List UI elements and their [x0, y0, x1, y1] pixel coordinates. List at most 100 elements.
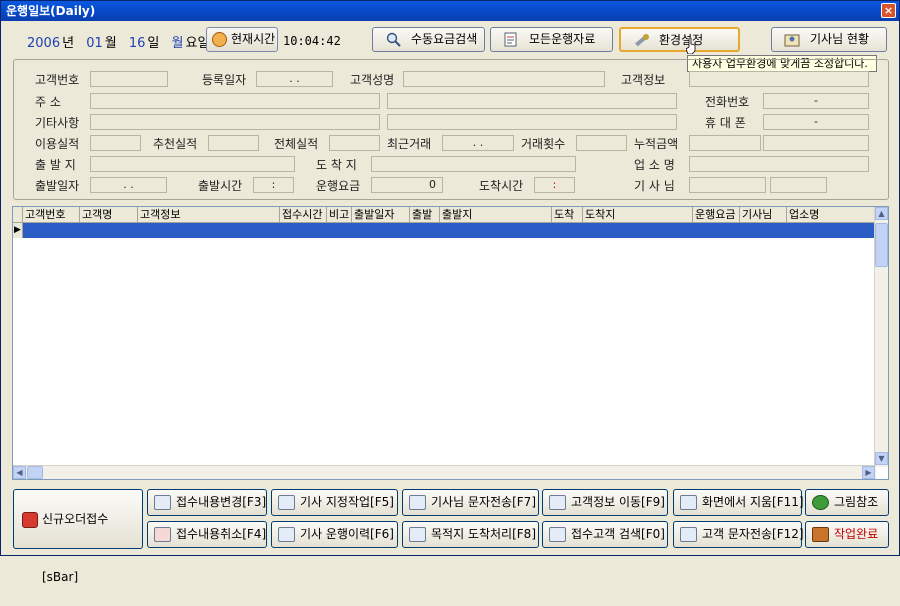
daily-report-window: 운행일보(Daily) × 2006 년 01 월 16 일 월 요일 현재시간 10:…	[0, 0, 900, 584]
fare-field[interactable]: 0	[371, 177, 443, 193]
driver-history-button[interactable]: 기사 운행이력[F6]	[271, 521, 398, 548]
customer-name-field[interactable]	[403, 71, 605, 87]
edit-order-button[interactable]: 접수내용변경[F3]	[147, 489, 267, 516]
accum-field-1[interactable]	[689, 135, 761, 151]
col-business[interactable]: 업소명	[787, 207, 876, 223]
mobile-label: 휴 대 폰	[705, 116, 746, 130]
vertical-scrollbar[interactable]: ▲ ▼	[874, 207, 888, 467]
col-driver[interactable]: 기사님	[740, 207, 787, 223]
driver-field-2[interactable]	[770, 177, 827, 193]
search-customer-button[interactable]: 접수고객 검색[F0]	[542, 521, 668, 548]
customer-name-label: 고객성명	[350, 73, 395, 87]
other-notes-field-2[interactable]	[387, 114, 677, 130]
horizontal-scroll-thumb[interactable]	[27, 466, 43, 479]
arrival-process-button[interactable]: 목적지 도착처리[F8]	[402, 521, 539, 548]
arr-time-field[interactable]: :	[534, 177, 575, 193]
message-icon	[680, 527, 697, 542]
grid-header: 고객번호 고객명 고객정보 접수시간 비고 출발일자 출발 출발지 도착 도착지…	[13, 207, 876, 223]
customer-no-field[interactable]	[90, 71, 168, 87]
tree-icon	[812, 495, 829, 510]
clear-screen-label: 화면에서 지움[F11]	[702, 495, 804, 509]
all-data-button[interactable]: 모든운행자료	[490, 27, 613, 52]
grid-corner	[13, 207, 23, 223]
usage-label: 이용실적	[35, 137, 80, 151]
assign-driver-label: 기사 지정작업[F5]	[300, 495, 394, 509]
close-button[interactable]: ×	[881, 3, 896, 18]
cancel-order-button[interactable]: 접수내용취소[F4]	[147, 521, 267, 548]
picture-button[interactable]: 그림참조	[805, 489, 889, 516]
other-notes-field-1[interactable]	[90, 114, 380, 130]
driver-field-1[interactable]	[689, 177, 766, 193]
table-row[interactable]	[13, 223, 876, 238]
recent-label: 최근거래	[387, 137, 432, 151]
business-field[interactable]	[689, 156, 869, 172]
year-unit: 년	[62, 36, 75, 51]
dep-time-field[interactable]: :	[253, 177, 294, 193]
business-label: 업 소 명	[634, 158, 675, 172]
col-origin[interactable]: 출발지	[440, 207, 552, 223]
col-customer-info[interactable]: 고객정보	[138, 207, 280, 223]
scroll-up-button[interactable]: ▲	[875, 207, 888, 220]
col-arrival[interactable]: 도착	[552, 207, 583, 223]
scroll-down-button[interactable]: ▼	[875, 452, 888, 465]
all-data-label: 모든운행자료	[529, 32, 596, 46]
phone-field[interactable]: -	[763, 93, 869, 109]
dep-date-field[interactable]: . .	[90, 177, 167, 193]
assign-driver-button[interactable]: 기사 지정작업[F5]	[271, 489, 398, 516]
clock-icon	[212, 32, 227, 47]
arr-time-label: 도착시간	[479, 179, 524, 193]
recent-field[interactable]: . .	[442, 135, 514, 151]
count-field[interactable]	[576, 135, 627, 151]
sms-customer-button[interactable]: 고객 문자전송[F12]	[673, 521, 804, 548]
dest-field[interactable]	[371, 156, 576, 172]
col-note[interactable]: 비고	[327, 207, 352, 223]
customer-no-label: 고객번호	[35, 73, 80, 87]
col-destination[interactable]: 도착지	[583, 207, 693, 223]
manual-fare-search-button[interactable]: 수동요금검색	[372, 27, 485, 52]
settings-label: 환경설정	[659, 33, 704, 47]
day-unit: 일	[147, 36, 160, 51]
col-fare[interactable]: 운행요금	[693, 207, 740, 223]
clear-screen-button[interactable]: 화면에서 지움[F11]	[673, 489, 804, 516]
recommend-field[interactable]	[208, 135, 259, 151]
new-order-button[interactable]: 신규오더접수[sBar]	[13, 489, 143, 584]
date-display: 2006 년 01 월 16 일 월 요일	[27, 32, 217, 51]
horizontal-scrollbar[interactable]: ◀ ▶	[13, 465, 876, 479]
reg-date-field[interactable]: . .	[256, 71, 333, 87]
col-dep-date[interactable]: 출발일자	[352, 207, 410, 223]
current-time-button[interactable]: 현재시간	[206, 27, 278, 52]
sms-driver-button[interactable]: 기사님 문자전송[F7]	[402, 489, 539, 516]
finish-button[interactable]: 작업완료	[805, 521, 889, 548]
recommend-label: 추천실적	[153, 137, 198, 151]
vertical-scroll-thumb[interactable]	[875, 223, 888, 267]
count-label: 거래횟수	[521, 137, 566, 151]
year-value: 2006	[27, 36, 61, 51]
customer-info-field[interactable]	[689, 71, 869, 87]
driver-status-button[interactable]: 기사님 현황	[771, 27, 887, 52]
dep-date-label: 출발일자	[35, 179, 80, 193]
col-customer-no[interactable]: 고객번호	[23, 207, 80, 223]
mobile-field[interactable]: -	[763, 114, 869, 130]
usage-field[interactable]	[90, 135, 141, 151]
accum-field-2[interactable]	[763, 135, 869, 151]
dep-time-label: 출발시간	[198, 179, 243, 193]
scroll-right-button[interactable]: ▶	[862, 466, 875, 479]
move-customer-button[interactable]: 고객정보 이동[F9]	[542, 489, 668, 516]
total-field[interactable]	[329, 135, 380, 151]
col-customer-name[interactable]: 고객명	[80, 207, 138, 223]
daily-report-grid[interactable]: 고객번호 고객명 고객정보 접수시간 비고 출발일자 출발 출발지 도착 도착지…	[12, 206, 889, 480]
settings-button[interactable]: 환경설정	[619, 27, 740, 52]
customer-info-label: 고객정보	[621, 73, 666, 87]
route-icon	[409, 527, 426, 542]
origin-field[interactable]	[90, 156, 295, 172]
driver-status-label: 기사님 현황	[810, 32, 870, 46]
col-receipt-time[interactable]: 접수시간	[280, 207, 327, 223]
address-field-1[interactable]	[90, 93, 380, 109]
assign-icon	[278, 495, 295, 510]
clock-readout: 10:04:42	[283, 34, 341, 48]
window-title: 운행일보(Daily)	[6, 4, 96, 18]
scroll-left-button[interactable]: ◀	[13, 466, 26, 479]
manual-fare-label: 수동요금검색	[411, 32, 478, 46]
address-field-2[interactable]	[387, 93, 677, 109]
col-dep[interactable]: 출발	[410, 207, 440, 223]
